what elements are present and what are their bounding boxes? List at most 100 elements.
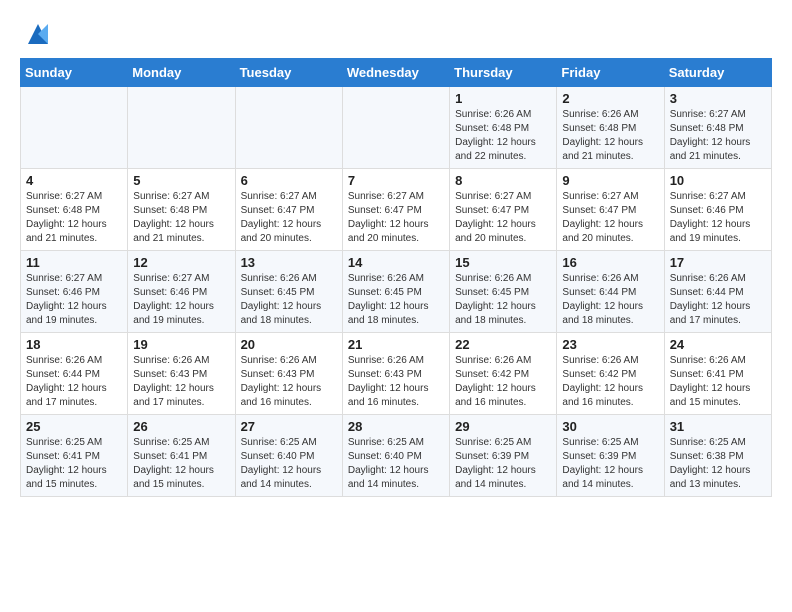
calendar-cell: 24 Sunrise: 6:26 AM Sunset: 6:41 PM Dayli… xyxy=(664,333,771,415)
week-row-2: 4 Sunrise: 6:27 AM Sunset: 6:48 PM Daylig… xyxy=(21,169,772,251)
day-number: 14 xyxy=(348,255,444,270)
calendar-cell: 2 Sunrise: 6:26 AM Sunset: 6:48 PM Daylig… xyxy=(557,87,664,169)
day-number: 15 xyxy=(455,255,551,270)
calendar-cell: 31 Sunrise: 6:25 AM Sunset: 6:38 PM Dayli… xyxy=(664,415,771,497)
calendar-cell: 29 Sunrise: 6:25 AM Sunset: 6:39 PM Dayli… xyxy=(450,415,557,497)
calendar-cell: 17 Sunrise: 6:26 AM Sunset: 6:44 PM Dayli… xyxy=(664,251,771,333)
calendar-cell: 11 Sunrise: 6:27 AM Sunset: 6:46 PM Dayli… xyxy=(21,251,128,333)
day-info: Sunrise: 6:26 AM Sunset: 6:44 PM Dayligh… xyxy=(562,272,658,328)
week-row-1: 1 Sunrise: 6:26 AM Sunset: 6:48 PM Daylig… xyxy=(21,87,772,169)
day-number: 5 xyxy=(133,173,229,188)
day-number: 6 xyxy=(241,173,337,188)
day-header-tuesday: Tuesday xyxy=(235,59,342,87)
day-info: Sunrise: 6:27 AM Sunset: 6:48 PM Dayligh… xyxy=(133,190,229,246)
day-header-sunday: Sunday xyxy=(21,59,128,87)
day-info: Sunrise: 6:27 AM Sunset: 6:46 PM Dayligh… xyxy=(670,190,766,246)
day-number: 25 xyxy=(26,419,122,434)
day-number: 3 xyxy=(670,91,766,106)
day-number: 21 xyxy=(348,337,444,352)
day-info: Sunrise: 6:27 AM Sunset: 6:47 PM Dayligh… xyxy=(348,190,444,246)
day-info: Sunrise: 6:25 AM Sunset: 6:39 PM Dayligh… xyxy=(455,436,551,492)
day-info: Sunrise: 6:26 AM Sunset: 6:45 PM Dayligh… xyxy=(348,272,444,328)
day-info: Sunrise: 6:25 AM Sunset: 6:40 PM Dayligh… xyxy=(348,436,444,492)
day-number: 2 xyxy=(562,91,658,106)
day-number: 18 xyxy=(26,337,122,352)
header-row: SundayMondayTuesdayWednesdayThursdayFrid… xyxy=(21,59,772,87)
day-info: Sunrise: 6:26 AM Sunset: 6:44 PM Dayligh… xyxy=(26,354,122,410)
day-info: Sunrise: 6:26 AM Sunset: 6:48 PM Dayligh… xyxy=(455,108,551,164)
day-info: Sunrise: 6:27 AM Sunset: 6:46 PM Dayligh… xyxy=(26,272,122,328)
calendar-cell: 3 Sunrise: 6:27 AM Sunset: 6:48 PM Daylig… xyxy=(664,87,771,169)
day-number: 8 xyxy=(455,173,551,188)
page-header xyxy=(20,20,772,48)
day-header-thursday: Thursday xyxy=(450,59,557,87)
day-number: 12 xyxy=(133,255,229,270)
day-info: Sunrise: 6:26 AM Sunset: 6:43 PM Dayligh… xyxy=(241,354,337,410)
day-number: 4 xyxy=(26,173,122,188)
day-header-saturday: Saturday xyxy=(664,59,771,87)
calendar-cell xyxy=(342,87,449,169)
day-info: Sunrise: 6:25 AM Sunset: 6:41 PM Dayligh… xyxy=(133,436,229,492)
day-info: Sunrise: 6:26 AM Sunset: 6:42 PM Dayligh… xyxy=(455,354,551,410)
week-row-4: 18 Sunrise: 6:26 AM Sunset: 6:44 PM Dayli… xyxy=(21,333,772,415)
day-number: 19 xyxy=(133,337,229,352)
day-number: 31 xyxy=(670,419,766,434)
day-number: 27 xyxy=(241,419,337,434)
logo xyxy=(20,20,52,48)
day-info: Sunrise: 6:25 AM Sunset: 6:39 PM Dayligh… xyxy=(562,436,658,492)
calendar-cell: 10 Sunrise: 6:27 AM Sunset: 6:46 PM Dayli… xyxy=(664,169,771,251)
day-info: Sunrise: 6:26 AM Sunset: 6:44 PM Dayligh… xyxy=(670,272,766,328)
calendar-cell: 6 Sunrise: 6:27 AM Sunset: 6:47 PM Daylig… xyxy=(235,169,342,251)
calendar-cell: 14 Sunrise: 6:26 AM Sunset: 6:45 PM Dayli… xyxy=(342,251,449,333)
calendar-cell: 18 Sunrise: 6:26 AM Sunset: 6:44 PM Dayli… xyxy=(21,333,128,415)
day-header-monday: Monday xyxy=(128,59,235,87)
calendar-cell xyxy=(128,87,235,169)
day-info: Sunrise: 6:26 AM Sunset: 6:42 PM Dayligh… xyxy=(562,354,658,410)
calendar-cell: 9Sunrise: 6:27 AM Sunset: 6:47 PM Daylig… xyxy=(557,169,664,251)
day-number: 29 xyxy=(455,419,551,434)
calendar-cell: 22 Sunrise: 6:26 AM Sunset: 6:42 PM Dayli… xyxy=(450,333,557,415)
day-number: 20 xyxy=(241,337,337,352)
day-number: 22 xyxy=(455,337,551,352)
calendar-cell: 4 Sunrise: 6:27 AM Sunset: 6:48 PM Daylig… xyxy=(21,169,128,251)
calendar-cell xyxy=(235,87,342,169)
day-number: 17 xyxy=(670,255,766,270)
day-info: Sunrise: 6:26 AM Sunset: 6:43 PM Dayligh… xyxy=(133,354,229,410)
day-info: Sunrise: 6:26 AM Sunset: 6:43 PM Dayligh… xyxy=(348,354,444,410)
calendar-cell: 1 Sunrise: 6:26 AM Sunset: 6:48 PM Daylig… xyxy=(450,87,557,169)
day-number: 10 xyxy=(670,173,766,188)
calendar-cell: 23 Sunrise: 6:26 AM Sunset: 6:42 PM Dayli… xyxy=(557,333,664,415)
calendar-cell: 28 Sunrise: 6:25 AM Sunset: 6:40 PM Dayli… xyxy=(342,415,449,497)
calendar-cell xyxy=(21,87,128,169)
calendar-cell: 19 Sunrise: 6:26 AM Sunset: 6:43 PM Dayli… xyxy=(128,333,235,415)
day-info: Sunrise: 6:27 AM Sunset: 6:47 PM Dayligh… xyxy=(562,190,658,246)
day-number: 28 xyxy=(348,419,444,434)
day-info: Sunrise: 6:26 AM Sunset: 6:41 PM Dayligh… xyxy=(670,354,766,410)
calendar-cell: 26 Sunrise: 6:25 AM Sunset: 6:41 PM Dayli… xyxy=(128,415,235,497)
day-number: 11 xyxy=(26,255,122,270)
day-info: Sunrise: 6:27 AM Sunset: 6:48 PM Dayligh… xyxy=(26,190,122,246)
calendar-cell: 7 Sunrise: 6:27 AM Sunset: 6:47 PM Daylig… xyxy=(342,169,449,251)
day-info: Sunrise: 6:25 AM Sunset: 6:38 PM Dayligh… xyxy=(670,436,766,492)
day-number: 23 xyxy=(562,337,658,352)
day-info: Sunrise: 6:25 AM Sunset: 6:41 PM Dayligh… xyxy=(26,436,122,492)
day-number: 1 xyxy=(455,91,551,106)
day-info: Sunrise: 6:27 AM Sunset: 6:46 PM Dayligh… xyxy=(133,272,229,328)
day-number: 13 xyxy=(241,255,337,270)
calendar-cell: 20 Sunrise: 6:26 AM Sunset: 6:43 PM Dayli… xyxy=(235,333,342,415)
day-info: Sunrise: 6:26 AM Sunset: 6:45 PM Dayligh… xyxy=(455,272,551,328)
day-number: 7 xyxy=(348,173,444,188)
day-number: 26 xyxy=(133,419,229,434)
calendar-cell: 5 Sunrise: 6:27 AM Sunset: 6:48 PM Daylig… xyxy=(128,169,235,251)
day-info: Sunrise: 6:25 AM Sunset: 6:40 PM Dayligh… xyxy=(241,436,337,492)
calendar-cell: 15 Sunrise: 6:26 AM Sunset: 6:45 PM Dayli… xyxy=(450,251,557,333)
day-header-wednesday: Wednesday xyxy=(342,59,449,87)
day-info: Sunrise: 6:26 AM Sunset: 6:48 PM Dayligh… xyxy=(562,108,658,164)
day-info: Sunrise: 6:27 AM Sunset: 6:48 PM Dayligh… xyxy=(670,108,766,164)
calendar-cell: 16Sunrise: 6:26 AM Sunset: 6:44 PM Dayli… xyxy=(557,251,664,333)
calendar-cell: 21 Sunrise: 6:26 AM Sunset: 6:43 PM Dayli… xyxy=(342,333,449,415)
day-info: Sunrise: 6:27 AM Sunset: 6:47 PM Dayligh… xyxy=(241,190,337,246)
day-number: 24 xyxy=(670,337,766,352)
day-info: Sunrise: 6:26 AM Sunset: 6:45 PM Dayligh… xyxy=(241,272,337,328)
calendar-cell: 12 Sunrise: 6:27 AM Sunset: 6:46 PM Dayli… xyxy=(128,251,235,333)
